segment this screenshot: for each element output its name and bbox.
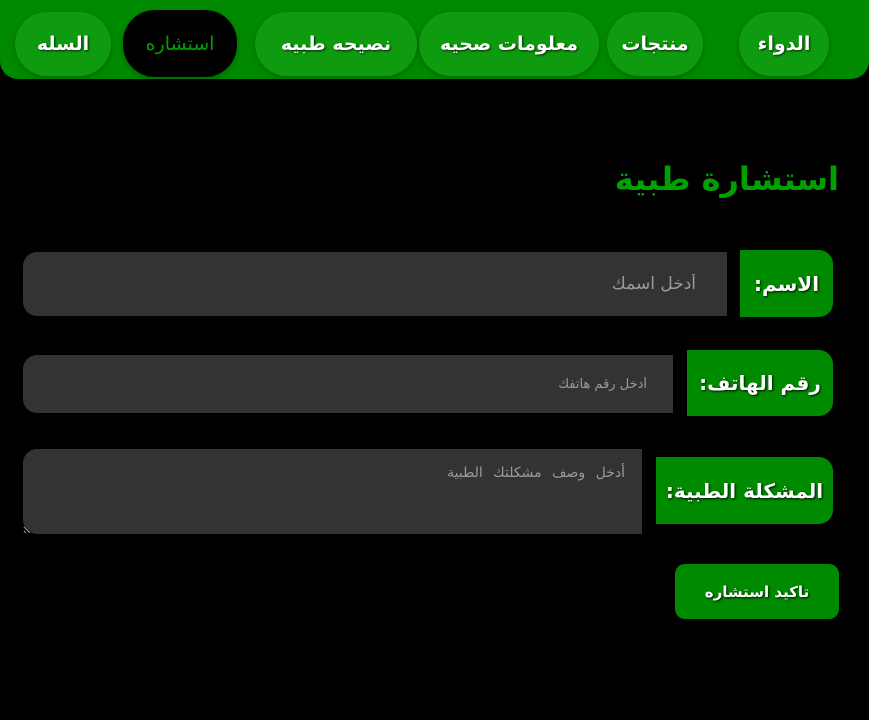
confirm-consultation-button[interactable]: تاكيد استشاره [675,564,839,619]
problem-label: المشكلة الطبية: [656,457,833,524]
nav-item-cart[interactable]: السله [15,12,111,76]
nav-item-consultation[interactable]: استشاره [123,10,237,77]
top-navbar: الدواء منتجات معلومات صحيه نصيحه طبيه اس… [0,0,869,79]
problem-textarea[interactable] [23,449,642,534]
nav-item-medical-advice[interactable]: نصيحه طبيه [255,12,417,76]
nav-item-health-info[interactable]: معلومات صحيه [419,12,599,76]
phone-input[interactable] [23,355,673,413]
name-label: الاسم: [740,250,833,317]
phone-label: رقم الهاتف: [687,350,833,416]
nav-item-products[interactable]: منتجات [607,12,703,76]
page-title: استشارة طبية [614,160,839,198]
name-input[interactable] [23,252,727,316]
nav-item-medicine[interactable]: الدواء [739,12,829,76]
